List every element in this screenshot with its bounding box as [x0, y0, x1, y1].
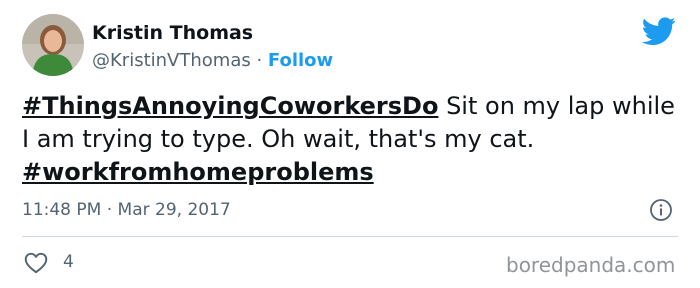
timestamp[interactable]: 11:48 PM · Mar 29, 2017 — [22, 200, 231, 220]
tweet-card: Kristin Thomas @KristinVThomas · Follow … — [0, 0, 700, 288]
info-icon[interactable] — [649, 198, 673, 222]
divider — [22, 236, 678, 237]
watermark: boredpanda.com — [506, 253, 676, 277]
twitter-bird-icon[interactable] — [640, 14, 678, 48]
heart-icon[interactable] — [22, 250, 50, 276]
follow-button[interactable]: Follow — [268, 50, 333, 71]
like-count: 4 — [63, 252, 74, 272]
hashtag-link[interactable]: #ThingsAnnoyingCoworkersDo — [22, 92, 438, 120]
avatar-photo — [22, 14, 84, 76]
handle-separator: · — [250, 50, 268, 71]
hashtag-link[interactable]: #workfromhomeproblems — [22, 158, 374, 186]
author-handle[interactable]: @KristinVThomas — [92, 50, 251, 71]
author-meta: @KristinVThomas · Follow — [92, 50, 333, 71]
author-name[interactable]: Kristin Thomas — [92, 22, 253, 44]
tweet-text: #ThingsAnnoyingCoworkersDo Sit on my lap… — [22, 90, 682, 189]
avatar[interactable] — [22, 14, 84, 76]
